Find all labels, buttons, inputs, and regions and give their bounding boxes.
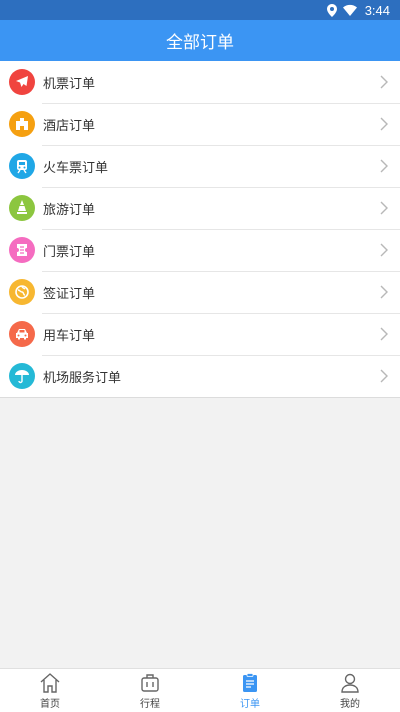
title-bar: 全部订单	[0, 20, 400, 61]
ticket-icon	[9, 237, 35, 263]
home-icon	[40, 673, 60, 693]
order-item-label: 机票订单	[43, 76, 96, 92]
order-item-label: 用车订单	[43, 328, 96, 344]
visa-icon	[9, 279, 35, 305]
chevron-right-icon	[380, 159, 388, 173]
car-icon	[9, 321, 35, 347]
order-item-travel[interactable]: 旅游订单	[0, 187, 400, 229]
travel-icon	[9, 195, 35, 221]
bottom-tab-bar: 首页 行程 订单 我的	[0, 668, 400, 712]
order-item-visa[interactable]: 签证订单	[0, 271, 400, 313]
order-item-label: 签证订单	[43, 286, 96, 302]
order-item-airport-service[interactable]: 机场服务订单	[0, 355, 400, 397]
chevron-right-icon	[380, 285, 388, 299]
order-item-car[interactable]: 用车订单	[0, 313, 400, 355]
tab-home[interactable]: 首页	[0, 669, 100, 712]
chevron-right-icon	[380, 75, 388, 89]
airport-service-icon	[9, 363, 35, 389]
order-item-label: 火车票订单	[43, 160, 109, 176]
chevron-right-icon	[380, 117, 388, 131]
tab-itinerary[interactable]: 行程	[100, 669, 200, 712]
order-item-hotel[interactable]: 酒店订单	[0, 103, 400, 145]
order-item-label: 门票订单	[43, 244, 96, 260]
order-item-label: 酒店订单	[43, 118, 96, 134]
status-time: 3:44	[364, 2, 390, 18]
tab-label: 行程	[140, 699, 160, 710]
tab-label: 我的	[340, 699, 360, 710]
tab-profile[interactable]: 我的	[300, 669, 400, 712]
suitcase-icon	[141, 674, 159, 692]
order-icon	[243, 673, 257, 692]
tab-label: 首页	[40, 699, 60, 710]
train-icon	[9, 153, 35, 179]
page-title: 全部订单	[166, 33, 234, 53]
chevron-right-icon	[380, 327, 388, 341]
order-item-label: 旅游订单	[43, 202, 96, 218]
chevron-right-icon	[380, 201, 388, 215]
chevron-right-icon	[380, 369, 388, 383]
profile-icon	[341, 673, 359, 693]
airplane-icon	[9, 69, 35, 95]
order-item-ticket[interactable]: 门票订单	[0, 229, 400, 271]
order-item-train[interactable]: 火车票订单	[0, 145, 400, 187]
tab-label: 订单	[240, 699, 260, 710]
wifi-icon	[342, 4, 357, 16]
order-item-label: 机场服务订单	[43, 370, 122, 386]
order-list: 机票订单 酒店订单 火车票订单 旅游订单 门票订单 签证订单 用车订单 机场服务…	[0, 61, 400, 398]
tab-orders[interactable]: 订单	[200, 669, 300, 712]
order-item-flight[interactable]: 机票订单	[0, 61, 400, 103]
chevron-right-icon	[380, 243, 388, 257]
hotel-icon	[9, 111, 35, 137]
status-bar: 3:44	[0, 0, 400, 20]
location-icon	[326, 3, 337, 17]
